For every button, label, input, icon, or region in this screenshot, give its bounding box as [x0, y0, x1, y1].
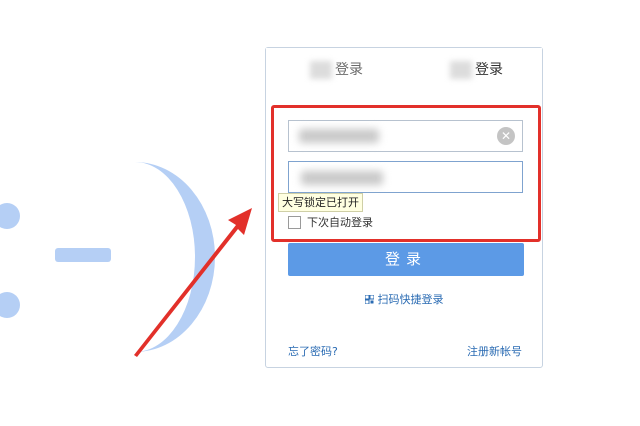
auto-login-label: 下次自动登录	[307, 216, 373, 229]
caps-lock-tooltip: 大写锁定已打开	[278, 193, 363, 212]
forgot-password-link[interactable]: 忘了密码?	[288, 343, 338, 359]
tab-label: 登录	[335, 62, 363, 78]
smiley-mouth	[55, 162, 215, 352]
blurred-tab-prefix	[450, 61, 472, 79]
qr-login-link[interactable]: 扫码快捷登录	[266, 291, 542, 307]
login-tabs: 登录 登录	[266, 48, 542, 90]
tab-login-method-2[interactable]: 登录	[450, 60, 503, 80]
blurred-password	[301, 171, 383, 185]
blurred-tab-prefix	[310, 61, 332, 79]
register-link[interactable]: 注册新帐号	[467, 343, 522, 359]
username-input[interactable]: ✕	[288, 120, 523, 152]
login-button[interactable]: 登录	[288, 243, 524, 276]
qr-code-icon	[364, 295, 374, 304]
clear-icon[interactable]: ✕	[497, 127, 515, 145]
auto-login-checkbox[interactable]	[288, 215, 301, 229]
smiley-eye-bottom	[0, 292, 20, 318]
password-input[interactable]	[288, 161, 523, 193]
smiley-eye-top	[0, 203, 20, 229]
blurred-username	[299, 129, 379, 143]
auto-login-option[interactable]: 下次自动登录	[288, 214, 373, 230]
qr-login-label: 扫码快捷登录	[377, 293, 444, 306]
tab-login-method-1[interactable]: 登录	[310, 60, 363, 80]
tab-label: 登录	[475, 62, 503, 78]
screen: 登录 登录 ✕ 大写锁定已打开 下次自动登录 登录 扫码快捷登录 忘了密码? 注…	[0, 0, 640, 426]
login-panel: 登录 登录 ✕ 大写锁定已打开 下次自动登录 登录 扫码快捷登录 忘了密码? 注…	[265, 47, 543, 368]
